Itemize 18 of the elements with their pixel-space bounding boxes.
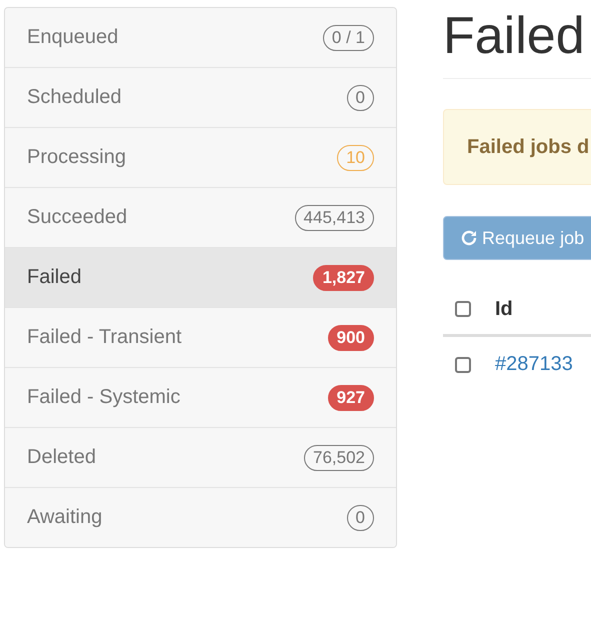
count-badge: 445,413: [294, 204, 374, 230]
count-badge: 76,502: [304, 444, 374, 470]
page-title: Failed: [443, 7, 585, 65]
warning-alert: Failed jobs d: [443, 109, 591, 185]
select-all-checkbox[interactable]: [455, 301, 471, 317]
count-badge: 0: [346, 84, 374, 110]
sidebar-item[interactable]: Awaiting 0: [5, 487, 396, 547]
count-badge: 10: [337, 144, 374, 170]
count-badge: 0: [346, 504, 374, 530]
count-badge: 927: [328, 384, 374, 410]
job-id-link[interactable]: #287133: [495, 353, 573, 376]
refresh-icon: [460, 229, 478, 247]
count-badge: 0 / 1: [322, 24, 374, 50]
count-badge: 900: [328, 324, 374, 350]
row-checkbox[interactable]: [455, 356, 471, 372]
count-badge: 1,827: [313, 264, 374, 290]
sidebar-item[interactable]: Failed 1,827: [5, 247, 396, 307]
column-header: Id: [495, 298, 513, 320]
